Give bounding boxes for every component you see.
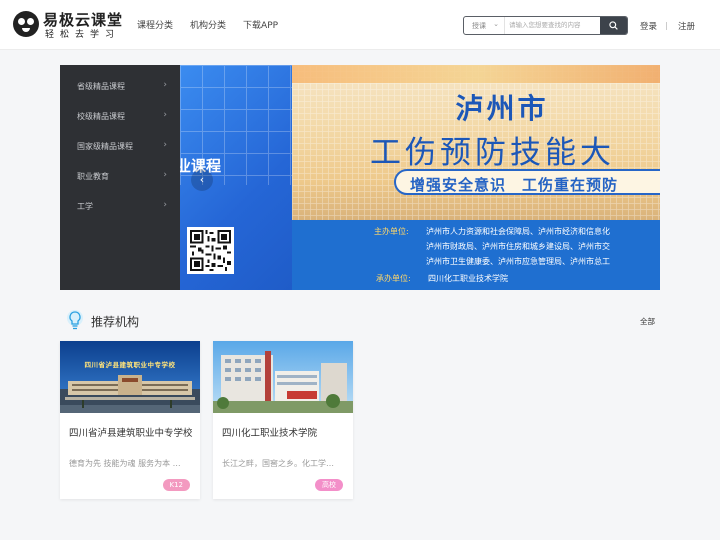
qr-code-image: [187, 227, 234, 274]
poster-slogan: 增强安全意识 工伤重在预防: [394, 169, 660, 195]
institution-tag: K12: [162, 479, 190, 491]
host-label: 主办单位:: [374, 227, 409, 236]
institution-name: 四川化工职业技术学院: [222, 428, 318, 439]
poster-organizers: 主办单位: 泸州市人力资源和社会保障局、泸州市经济和信息化 泸州市财政局、泸州市…: [292, 220, 660, 290]
panda-logo-icon: [13, 11, 39, 37]
chevron-right-icon: ›: [163, 170, 167, 180]
top-header: 易极云课堂 轻松去学习 课程分类 机构分类 下载APP 授课 ⌄ 登录 注册: [0, 0, 720, 50]
category-menu: 省级精品课程 › 校级精品课程 › 国家级精品课程 › 职业教育 › 工学 ›: [60, 65, 180, 290]
nav-institution-categories[interactable]: 机构分类: [190, 18, 226, 31]
site-logo[interactable]: 易极云课堂 轻松去学习: [13, 11, 122, 40]
category-item-school[interactable]: 校级精品课程 ›: [60, 102, 180, 132]
register-link[interactable]: 注册: [678, 20, 695, 32]
chevron-down-icon: ⌄: [493, 20, 499, 28]
search-type-select[interactable]: 授课 ⌄: [464, 17, 505, 34]
carousel-prev-button[interactable]: ‹: [191, 169, 213, 191]
nav-course-categories[interactable]: 课程分类: [137, 18, 173, 31]
host-line: 泸州市人力资源和社会保障局、泸州市经济和信息化: [426, 227, 610, 236]
search-bar: 授课 ⌄: [463, 16, 628, 35]
category-label: 工学: [77, 202, 93, 211]
logo-subtitle: 轻松去学习: [45, 30, 121, 40]
lightbulb-icon: [67, 310, 83, 330]
category-label: 国家级精品课程: [77, 142, 133, 151]
organizer-label: 承办单位:: [376, 274, 411, 283]
chevron-right-icon: ›: [163, 80, 167, 90]
category-item-provincial[interactable]: 省级精品课程 ›: [60, 72, 180, 102]
poster-slogan-text: 增强安全意识 工伤重在预防: [410, 176, 619, 194]
institution-tag: 高校: [315, 479, 343, 491]
header-divider: [666, 22, 667, 30]
poster-city: 泸州市: [455, 92, 549, 125]
category-label: 职业教育: [77, 172, 109, 181]
search-icon: [609, 21, 618, 30]
category-item-engineering[interactable]: 工学 ›: [60, 192, 180, 222]
institution-description: 德育为先 技能为魂 服务为本 …: [69, 459, 181, 468]
search-input[interactable]: [509, 18, 601, 33]
chevron-right-icon: ›: [163, 140, 167, 150]
institution-image-text: 四川省泸县建筑职业中专学校: [85, 360, 176, 369]
search-button[interactable]: [600, 17, 627, 34]
nav-download-app[interactable]: 下载APP: [243, 18, 278, 31]
institution-description: 长江之畔，国窖之乡。化工学…: [222, 459, 334, 468]
institution-card[interactable]: 四川化工职业技术学院 长江之畔，国窖之乡。化工学… 高校: [213, 341, 353, 499]
chevron-right-icon: ›: [163, 110, 167, 120]
host-line: 泸州市卫生健康委、泸州市应急管理局、泸州市总工: [426, 257, 610, 266]
category-item-national[interactable]: 国家级精品课程 ›: [60, 132, 180, 162]
banner-slide[interactable]: 泸州市 工伤预防技能大 增强安全意识 工伤重在预防 主办单位: 泸州市人力资源和…: [292, 65, 660, 290]
chevron-right-icon: ›: [163, 200, 167, 210]
category-item-vocational[interactable]: 职业教育 ›: [60, 162, 180, 192]
search-type-label: 授课: [472, 22, 486, 30]
login-link[interactable]: 登录: [640, 20, 657, 32]
category-label: 校级精品课程: [77, 112, 125, 121]
institution-name: 四川省泸县建筑职业中专学校: [69, 428, 193, 439]
poster-title: 工伤预防技能大: [370, 135, 615, 171]
hero-banner: 省级精品课程 › 校级精品课程 › 国家级精品课程 › 职业教育 › 工学 › …: [60, 65, 660, 290]
institution-card[interactable]: 四川省泸县建筑职业中专学校 四川省泸县建筑职业中专学校 德育为先 技能为魂 服务…: [60, 341, 200, 499]
main-nav: 课程分类 机构分类 下载APP: [137, 18, 278, 31]
institution-image: 四川省泸县建筑职业中专学校: [60, 341, 200, 413]
host-line: 泸州市财政局、泸州市住房和城乡建设局、泸州市交: [426, 242, 610, 251]
view-all-link[interactable]: 全部: [640, 316, 655, 327]
institution-image: [213, 341, 353, 413]
section-title: 推荐机构: [91, 315, 140, 329]
category-label: 省级精品课程: [77, 82, 125, 91]
chevron-left-icon: ‹: [199, 173, 205, 186]
organizer-name: 四川化工职业技术学院: [428, 274, 508, 283]
